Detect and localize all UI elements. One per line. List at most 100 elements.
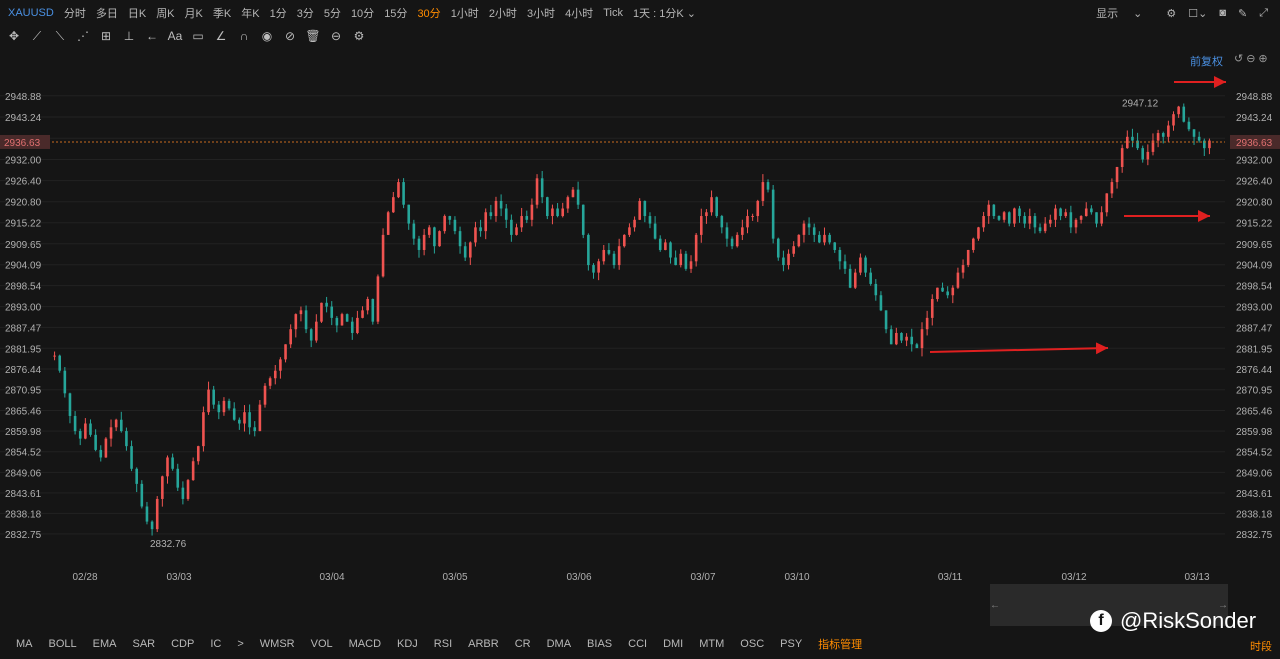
hide-icon[interactable]: ⊘ xyxy=(281,29,299,43)
channel-icon[interactable]: ⋰ xyxy=(74,29,92,43)
indicator-9[interactable]: MACD xyxy=(349,638,381,650)
indicator-16[interactable]: CCI xyxy=(628,638,647,650)
tf-10m[interactable]: 10分 xyxy=(351,5,374,21)
link-icon[interactable]: ⊖ xyxy=(327,29,345,43)
tf-15m[interactable]: 15分 xyxy=(384,5,407,21)
candle-body xyxy=(161,476,164,499)
indicator-12[interactable]: ARBR xyxy=(468,638,499,650)
indicator-19[interactable]: OSC xyxy=(740,638,764,650)
candle-body xyxy=(469,242,472,258)
nav-left-handle[interactable]: ← xyxy=(990,600,1000,611)
indicator-14[interactable]: DMA xyxy=(547,638,571,650)
symbol-label[interactable]: XAUUSD xyxy=(8,7,54,19)
pen-icon[interactable]: ∠ xyxy=(212,29,230,43)
indicator-18[interactable]: MTM xyxy=(699,638,724,650)
candle-body xyxy=(930,299,934,318)
tf-2h[interactable]: 2小时 xyxy=(489,5,517,21)
candle-body xyxy=(520,216,523,228)
fullscreen-icon[interactable]: ⤢ xyxy=(1259,7,1268,20)
indicator-13[interactable]: CR xyxy=(515,638,531,650)
tf-1m[interactable]: 1分 xyxy=(270,5,287,21)
note-icon[interactable]: ▭ xyxy=(189,29,207,43)
candle-body xyxy=(1033,216,1037,228)
gear-icon[interactable]: ⚙ xyxy=(1166,7,1176,20)
candle-body xyxy=(823,234,826,243)
candle-body xyxy=(956,272,960,288)
magnet-icon[interactable]: ∩ xyxy=(235,29,253,43)
indicator-21[interactable]: 指标管理 xyxy=(818,636,862,652)
y-tick-left: 2915.22 xyxy=(5,219,42,230)
candle-body xyxy=(207,389,210,413)
tf-rik[interactable]: 日K xyxy=(128,5,146,21)
tf-tick[interactable]: Tick xyxy=(603,7,623,19)
candle-body xyxy=(915,344,919,349)
indicator-8[interactable]: VOL xyxy=(311,638,333,650)
y-tick-right: 2920.80 xyxy=(1236,198,1273,209)
display-dropdown[interactable]: 显示 ⌄ xyxy=(1096,5,1154,21)
indicator-7[interactable]: WMSR xyxy=(260,638,295,650)
y-tick-left: 2948.88 xyxy=(5,92,42,103)
candle-body xyxy=(356,317,359,333)
indicator-6[interactable]: > xyxy=(237,638,243,650)
tf-5m[interactable]: 5分 xyxy=(324,5,341,21)
indicator-10[interactable]: KDJ xyxy=(397,638,418,650)
tf-duori[interactable]: 多日 xyxy=(96,5,118,21)
session-button[interactable]: 时段 xyxy=(1250,638,1272,654)
indicator-2[interactable]: EMA xyxy=(93,638,117,650)
candle-body xyxy=(792,246,795,254)
tf-3h[interactable]: 3小时 xyxy=(527,5,555,21)
candle-body xyxy=(243,412,246,424)
tf-3m[interactable]: 3分 xyxy=(297,5,314,21)
ray-icon[interactable]: ⟍ xyxy=(51,29,69,44)
indicator-20[interactable]: PSY xyxy=(780,638,802,650)
candle-body xyxy=(561,208,565,217)
candlestick-chart[interactable]: 2948.882948.882943.242943.242937.632937.… xyxy=(0,46,1280,586)
candle-body xyxy=(694,234,698,262)
arrow-icon[interactable]: ← xyxy=(143,29,161,43)
candle-body xyxy=(859,257,862,273)
tf-yuek[interactable]: 月K xyxy=(185,5,203,21)
candle-body xyxy=(330,306,334,318)
candle-body xyxy=(525,216,529,220)
candle-body xyxy=(392,197,395,213)
trend-line-icon[interactable]: ⟋ xyxy=(28,29,46,44)
indicator-4[interactable]: CDP xyxy=(171,638,194,650)
candle-body xyxy=(658,238,662,250)
candle-body xyxy=(1043,223,1047,232)
tf-zhouk[interactable]: 周K xyxy=(156,5,174,21)
tf-30m[interactable]: 30分 xyxy=(417,5,440,21)
edit-icon[interactable]: ✎ xyxy=(1238,7,1247,20)
candle-body xyxy=(479,227,482,232)
indicator-3[interactable]: SAR xyxy=(132,638,155,650)
y-tick-right: 2887.47 xyxy=(1236,323,1273,334)
candle-body xyxy=(987,204,991,217)
candle-body xyxy=(484,212,488,232)
candle-body xyxy=(1064,212,1068,217)
candle-body xyxy=(371,299,375,322)
indicator-5[interactable]: IC xyxy=(210,638,221,650)
candle-body xyxy=(1059,208,1062,217)
indicator-11[interactable]: RSI xyxy=(434,638,452,650)
tf-niank[interactable]: 年K xyxy=(241,5,259,21)
camera-icon[interactable]: ◙ xyxy=(1219,7,1226,19)
tf-1h[interactable]: 1小时 xyxy=(451,5,479,21)
checkbox-icon[interactable]: ☐⌄ xyxy=(1188,7,1207,20)
indicator-1[interactable]: BOLL xyxy=(49,638,77,650)
anchor-icon[interactable]: ⊥ xyxy=(120,29,138,43)
indicator-0[interactable]: MA xyxy=(16,638,33,650)
eye-icon[interactable]: ◉ xyxy=(258,29,276,43)
tf-day-minute-dropdown[interactable]: 1天 : 1分K ⌄ xyxy=(633,5,696,21)
tf-jik[interactable]: 季K xyxy=(213,5,231,21)
delete-icon[interactable]: 🗑 xyxy=(304,29,322,43)
fib-icon[interactable]: ⊞ xyxy=(97,29,115,43)
candle-body xyxy=(489,212,493,217)
indicator-15[interactable]: BIAS xyxy=(587,638,612,650)
settings-icon[interactable]: ⚙ xyxy=(350,29,368,43)
tf-fenshi[interactable]: 分时 xyxy=(64,5,86,21)
candle-body xyxy=(510,219,513,235)
indicator-17[interactable]: DMI xyxy=(663,638,683,650)
move-icon[interactable]: ✥ xyxy=(5,29,23,43)
text-icon[interactable]: Aa xyxy=(166,29,184,43)
candle-body xyxy=(977,227,980,239)
tf-4h[interactable]: 4小时 xyxy=(565,5,593,21)
